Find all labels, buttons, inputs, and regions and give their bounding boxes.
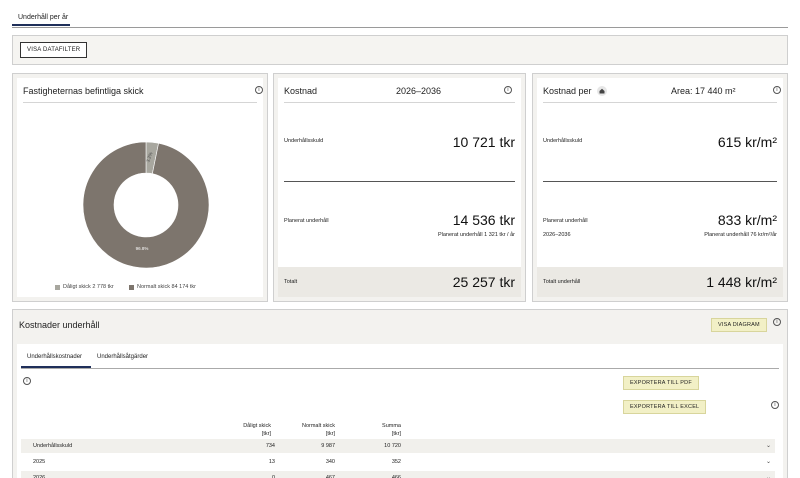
cell-sum: 10 720 <box>384 443 401 449</box>
info-icon[interactable]: i <box>771 401 779 409</box>
table-row[interactable]: Underhållsskuld 734 9 987 10 720 ⌄ <box>21 439 775 453</box>
house-icon[interactable] <box>597 86 607 96</box>
tab-maintenance-costs[interactable]: Underhållskostnader <box>27 354 82 360</box>
tab-maintenance-actions[interactable]: Underhållsåtgärder <box>97 354 148 360</box>
info-icon[interactable]: i <box>773 318 781 326</box>
total-label: Totalt <box>284 279 298 285</box>
total-label: Totalt underhåll <box>543 279 581 285</box>
maintenance-costs-panel: Kostnader underhåll VISA DIAGRAM i Under… <box>12 309 788 478</box>
info-icon[interactable]: i <box>255 86 263 94</box>
cell-normal: 340 <box>325 459 335 465</box>
planned-value: 14 536 tkr <box>452 212 515 228</box>
total-value: 1 448 kr/m² <box>706 274 777 290</box>
tab-divider <box>12 27 788 28</box>
info-icon[interactable]: i <box>23 377 31 385</box>
divider <box>23 102 257 103</box>
show-datafilter-button[interactable]: VISA DATAFILTER <box>20 42 88 58</box>
card-title: Fastigheternas befintliga skick <box>23 86 144 96</box>
legend-label: Normalt skick 84 174 tkr <box>137 284 196 290</box>
planned-note: Planerat underhåll 76 kr/m²/år <box>704 232 777 238</box>
cost-per-area-card: Kostnad per Area: 17 440 m² i Underhålls… <box>532 73 788 302</box>
planned-note: Planerat underhåll 1 321 tkr / år <box>437 232 515 238</box>
condition-card: Fastigheternas befintliga skick i 3.2% 96… <box>12 73 268 302</box>
column-header-title: Normalt skick <box>301 423 335 429</box>
legend-item-normal: Normalt skick 84 174 tkr <box>129 284 196 290</box>
cell-sum: 352 <box>391 459 401 465</box>
show-chart-button[interactable]: VISA DIAGRAM <box>711 318 767 332</box>
legend-item-poor: Dåligt skick 2 778 tkr <box>55 284 114 290</box>
period-label: 2026–2036 <box>396 86 442 96</box>
export-pdf-button[interactable]: EXPORTERA TILL PDF <box>623 376 699 390</box>
legend-swatch <box>55 284 60 290</box>
column-header-unit: [tkr] <box>391 431 401 437</box>
cell-poor: 734 <box>265 443 275 449</box>
panel-body: Underhållskostnader Underhållsåtgärder i… <box>17 344 783 478</box>
column-header-normal: Normalt skick [tkr] <box>283 422 335 438</box>
debt-label: Underhållsskuld <box>284 138 324 144</box>
debt-value: 10 721 tkr <box>452 134 515 150</box>
row-label: Underhållsskuld <box>33 443 73 449</box>
table-row[interactable]: 2026 0 467 466 ⌄ <box>21 471 775 478</box>
planned-label: Planerat underhåll <box>543 218 588 224</box>
cell-normal: 9 987 <box>321 443 335 449</box>
divider <box>543 102 777 103</box>
condition-donut-chart: 3.2% 96.8% <box>81 140 211 270</box>
column-header-poor: Dåligt skick [tkr] <box>223 422 271 438</box>
chevron-down-icon[interactable]: ⌄ <box>766 474 771 478</box>
planned-value: 833 kr/m² <box>717 212 777 228</box>
legend-swatch <box>129 284 134 290</box>
table-row[interactable]: 2025 13 340 352 ⌄ <box>21 455 775 469</box>
subtab-divider <box>21 368 779 369</box>
chevron-down-icon[interactable]: ⌄ <box>766 442 771 449</box>
tab-underhall-per-ar[interactable]: Underhåll per år <box>18 14 68 21</box>
cell-poor: 13 <box>268 459 275 465</box>
planned-period: 2026–2036 <box>543 232 571 238</box>
chevron-down-icon[interactable]: ⌄ <box>766 458 771 465</box>
planned-label: Planerat underhåll <box>284 218 329 224</box>
panel-title: Kostnader underhåll <box>19 320 100 330</box>
card-title: Kostnad <box>284 86 318 96</box>
total-value: 25 257 tkr <box>452 274 515 290</box>
cost-card: Kostnad 2026–2036 i Underhållsskuld 10 7… <box>273 73 526 302</box>
info-icon[interactable]: i <box>773 86 781 94</box>
info-icon[interactable]: i <box>504 86 512 94</box>
column-header-sum: Summa [tkr] <box>353 422 401 438</box>
column-header-unit: [tkr] <box>325 431 335 437</box>
debt-label: Underhållsskuld <box>543 138 583 144</box>
card-title: Kostnad per <box>543 86 592 96</box>
filter-bar: VISA DATAFILTER <box>12 35 788 65</box>
divider <box>543 181 777 182</box>
column-header-title: Dåligt skick <box>243 423 271 429</box>
column-header-title: Summa <box>382 423 401 429</box>
legend-label: Dåligt skick 2 778 tkr <box>63 284 114 290</box>
active-tab-indicator <box>12 24 70 26</box>
divider <box>284 102 515 103</box>
area-label: Area: 17 440 m² <box>671 86 736 96</box>
panel-header: Kostnader underhåll VISA DIAGRAM i <box>13 310 787 340</box>
row-label: 2025 <box>33 459 46 465</box>
column-header-unit: [tkr] <box>261 431 271 437</box>
total-band: Totalt 25 257 tkr <box>278 267 521 297</box>
divider <box>284 181 515 182</box>
export-excel-button[interactable]: EXPORTERA TILL EXCEL <box>623 400 707 414</box>
debt-value: 615 kr/m² <box>717 134 777 150</box>
total-band: Totalt underhåll 1 448 kr/m² <box>537 267 783 297</box>
slice-percent-label: 96.8% <box>136 246 149 251</box>
